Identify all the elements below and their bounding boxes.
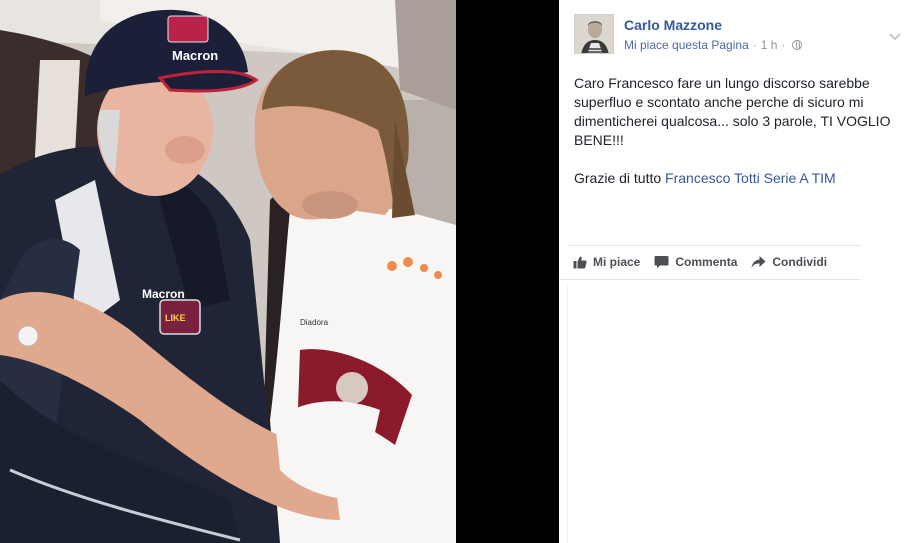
chevron-down-icon[interactable]: [888, 30, 902, 44]
post-actions-bar: Mi piace Commenta Condividi: [573, 252, 841, 272]
share-arrow-icon: [751, 256, 766, 268]
comment-button-label: Commenta: [675, 255, 738, 269]
comment-button[interactable]: Commenta: [654, 255, 737, 269]
actions-divider-bottom: [559, 279, 861, 280]
thanks-text: Grazie di tutto: [574, 170, 666, 186]
comments-area: [567, 286, 861, 543]
share-button[interactable]: Condividi: [751, 255, 827, 269]
page-name-link[interactable]: Carlo Mazzone: [624, 17, 722, 33]
globe-icon: [792, 40, 803, 50]
post-meta: Mi piace questa Pagina · 1 h ·: [624, 38, 803, 52]
like-button-label: Mi piace: [593, 255, 641, 269]
shirt-brand-text: Diadora: [300, 318, 329, 327]
cap-brand-text: Macron: [172, 48, 218, 63]
page-avatar[interactable]: [574, 14, 614, 54]
jacket-brand-text: Macron: [142, 287, 185, 301]
post-thanks-line: Grazie di tutto Francesco Totti Serie A …: [574, 169, 904, 188]
facebook-photo-viewer: Macron LIKE Macron Diadora Carlo Mazzone…: [0, 0, 907, 543]
post-message: Caro Francesco fare un lungo discorso sa…: [574, 75, 891, 148]
meta-separator: ·: [752, 38, 757, 52]
tag-serie-a-tim[interactable]: Serie A TIM: [764, 170, 836, 186]
jacket-badge-text: LIKE: [165, 313, 186, 323]
tag-francesco-totti[interactable]: Francesco Totti: [665, 170, 760, 186]
thumbs-up-icon: [573, 256, 587, 269]
post-header: Carlo Mazzone Mi piace questa Pagina · 1 h…: [574, 14, 901, 56]
like-page-link[interactable]: Mi piace questa Pagina: [624, 38, 749, 52]
like-button[interactable]: Mi piace: [573, 255, 640, 269]
meta-separator-2: ·: [781, 38, 786, 52]
post-timestamp[interactable]: 1 h: [761, 38, 778, 52]
actions-divider-top: [567, 245, 861, 246]
viewer-background: [456, 0, 559, 543]
post-side-panel: Carlo Mazzone Mi piace questa Pagina · 1 h…: [559, 0, 907, 543]
post-photo[interactable]: Macron LIKE Macron Diadora: [0, 0, 456, 543]
share-button-label: Condividi: [772, 255, 828, 269]
post-body: Caro Francesco fare un lungo discorso sa…: [574, 74, 904, 188]
speech-bubble-icon: [654, 256, 669, 268]
